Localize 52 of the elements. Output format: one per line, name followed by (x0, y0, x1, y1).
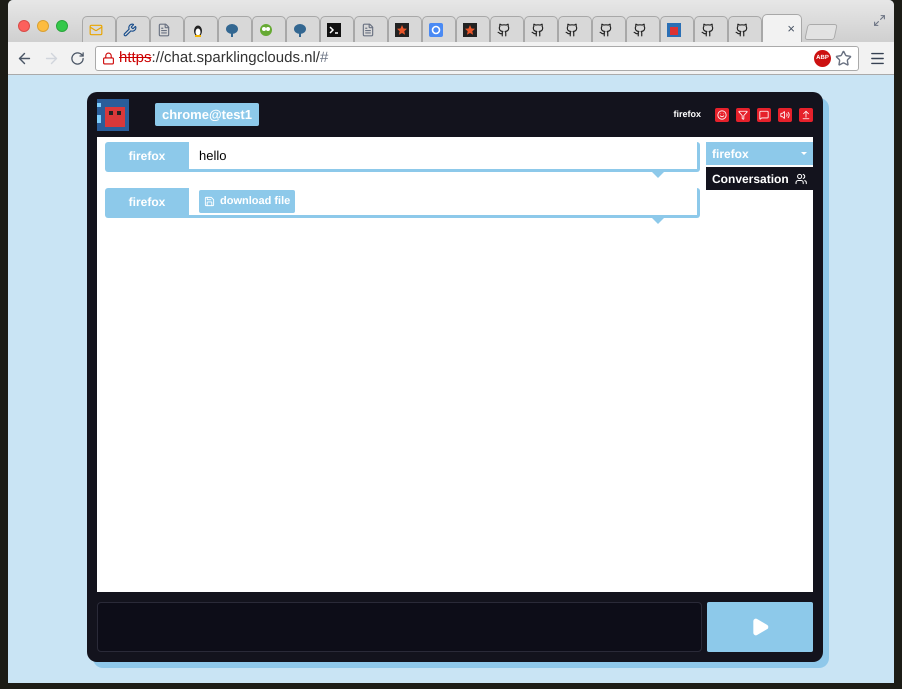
fullscreen-icon[interactable] (873, 14, 886, 27)
page-icon (157, 22, 171, 36)
broken-lock-icon (102, 52, 115, 64)
eject-button[interactable] (799, 108, 813, 122)
close-window-button[interactable] (18, 20, 30, 32)
peer-name: firefox (673, 108, 701, 121)
sender-name: firefox (128, 148, 166, 164)
github-icon (735, 22, 749, 36)
sender-name: firefox (128, 194, 166, 210)
browser-tab[interactable] (388, 16, 422, 42)
github-icon (565, 22, 579, 36)
browser-tab[interactable] (116, 16, 150, 42)
tools-icon (123, 22, 137, 36)
reload-icon[interactable] (70, 50, 85, 66)
message-text: hello (199, 146, 226, 165)
avatar-icon (667, 22, 681, 36)
face-button[interactable] (715, 108, 729, 122)
save-icon (204, 196, 215, 207)
sound-button[interactable] (778, 108, 792, 122)
github-icon (633, 22, 647, 36)
browser-tab[interactable] (728, 16, 762, 42)
url-text: https://chat.sparklingclouds.nl/# (119, 48, 328, 68)
avatar-icon (96, 98, 130, 130)
terminal-icon (327, 22, 341, 36)
github-icon (497, 22, 511, 36)
penguin-icon (191, 22, 205, 36)
page-icon (361, 22, 375, 36)
github-icon (701, 22, 715, 36)
browser-tab[interactable] (456, 16, 490, 42)
filter-button[interactable] (736, 108, 750, 122)
browser-tab[interactable] (490, 16, 524, 42)
bookmark-star-icon[interactable] (835, 50, 852, 66)
chat-button[interactable] (757, 108, 771, 122)
star-icon (395, 22, 409, 36)
mail-icon (89, 22, 103, 36)
browser-tab[interactable] (320, 16, 354, 42)
browser-tab[interactable] (558, 16, 592, 42)
username-tag: chrome@test1 (155, 102, 259, 126)
browser-tab[interactable] (694, 16, 728, 42)
browser-tab[interactable]: × (762, 14, 802, 42)
browser-tab[interactable] (184, 16, 218, 42)
conversation-tab[interactable]: Conversation (706, 167, 813, 190)
browser-tab[interactable] (626, 16, 660, 42)
message-input[interactable] (97, 602, 702, 652)
google-icon (429, 22, 443, 36)
browser-tab[interactable] (524, 16, 558, 42)
browser-tab[interactable] (592, 16, 626, 42)
star-icon (463, 22, 477, 36)
github-icon (599, 22, 613, 36)
github-icon (531, 22, 545, 36)
group-icon (794, 172, 807, 186)
close-tab-button[interactable]: × (787, 18, 795, 38)
